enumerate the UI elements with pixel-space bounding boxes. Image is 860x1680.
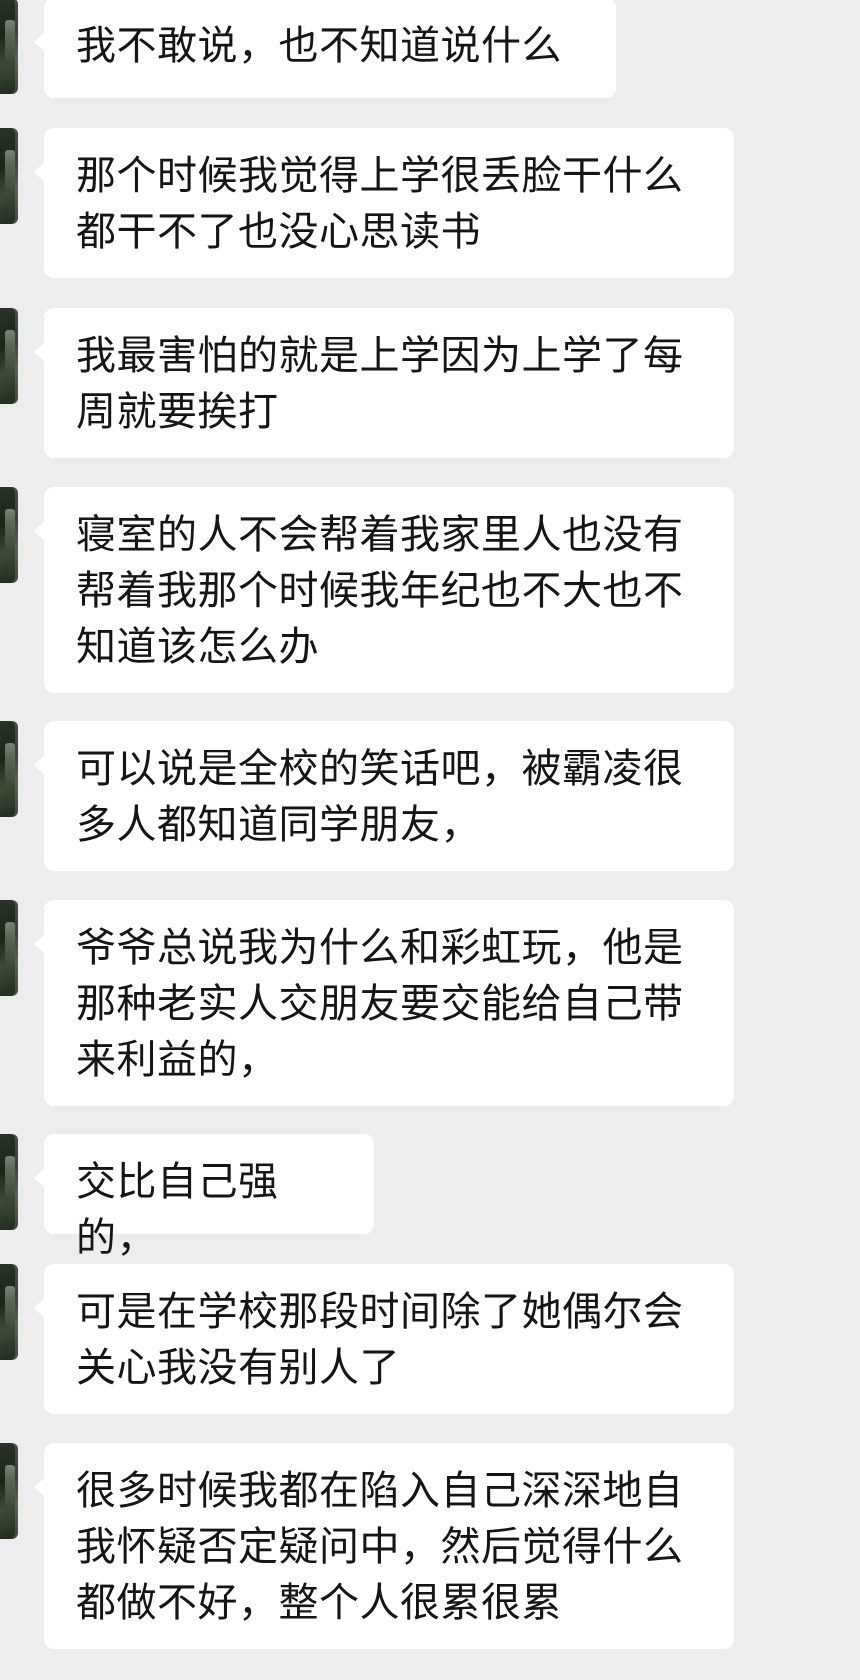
message-text: 我不敢说，也不知道说什么 [76, 23, 562, 69]
message-text: 我最害怕的就是上学因为上学了每 周就要挨打 [76, 333, 684, 435]
user-avatar-icon[interactable] [0, 128, 18, 224]
user-avatar-icon[interactable] [0, 1264, 18, 1360]
message-text: 寝室的人不会帮着我家里人也没有 帮着我那个时候我年纪也不大也不 知道该怎么办 [76, 512, 684, 670]
message-text: 交比自己强的， [76, 1159, 279, 1261]
message-bubble[interactable]: 我最害怕的就是上学因为上学了每 周就要挨打 [34, 308, 734, 458]
user-avatar-icon[interactable] [0, 308, 18, 404]
message-bubble[interactable]: 交比自己强的， [34, 1134, 374, 1261]
message-bubble[interactable]: 那个时候我觉得上学很丢脸干什么 都干不了也没心思读书 [34, 128, 734, 278]
chat-message-list[interactable]: 我不敢说，也不知道说什么 那个时候我觉得上学很丢脸干什么 都干不了也没心思读书 … [0, 0, 860, 1680]
user-avatar-icon[interactable] [0, 721, 18, 817]
user-avatar-icon[interactable] [0, 1134, 18, 1230]
message-bubble[interactable]: 我不敢说，也不知道说什么 [34, 0, 616, 98]
user-avatar-icon[interactable] [0, 1443, 18, 1539]
user-avatar-icon[interactable] [0, 487, 18, 583]
message-text: 很多时候我都在陷入自己深深地自 我怀疑否定疑问中，然后觉得什么 都做不好，整个人… [76, 1468, 684, 1626]
message-bubble[interactable]: 寝室的人不会帮着我家里人也没有 帮着我那个时候我年纪也不大也不 知道该怎么办 [34, 487, 734, 693]
message-text: 可以说是全校的笑话吧，被霸凌很 多人都知道同学朋友， [76, 746, 684, 848]
message-text: 那个时候我觉得上学很丢脸干什么 都干不了也没心思读书 [76, 153, 684, 255]
user-avatar-icon[interactable] [0, 0, 18, 94]
message-bubble[interactable]: 很多时候我都在陷入自己深深地自 我怀疑否定疑问中，然后觉得什么 都做不好，整个人… [34, 1443, 734, 1649]
message-bubble[interactable]: 爷爷总说我为什么和彩虹玩，他是 那种老实人交朋友要交能给自己带 来利益的， [34, 900, 734, 1106]
message-bubble[interactable]: 可是在学校那段时间除了她偶尔会 关心我没有别人了 [34, 1264, 734, 1414]
user-avatar-icon[interactable] [0, 900, 18, 996]
message-text: 爷爷总说我为什么和彩虹玩，他是 那种老实人交朋友要交能给自己带 来利益的， [76, 925, 684, 1083]
message-bubble[interactable]: 可以说是全校的笑话吧，被霸凌很 多人都知道同学朋友， [34, 721, 734, 871]
message-text: 可是在学校那段时间除了她偶尔会 关心我没有别人了 [76, 1289, 684, 1391]
